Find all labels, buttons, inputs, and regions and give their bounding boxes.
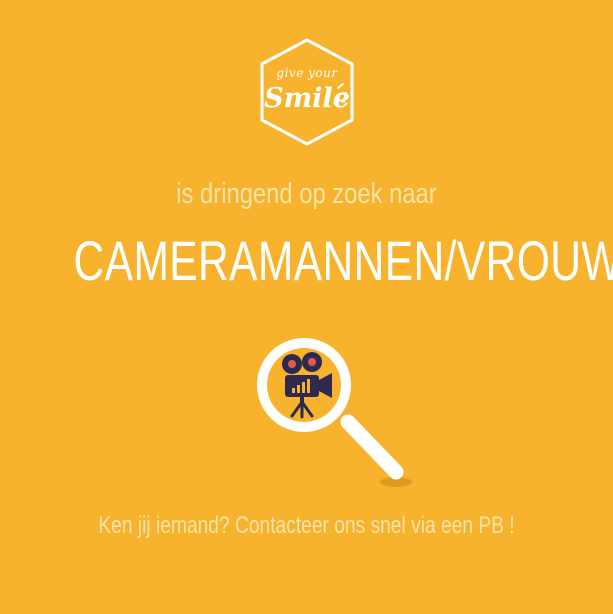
magnifying-glass-icon: [234, 330, 414, 500]
magnifier-handle: [340, 414, 404, 480]
headline: CAMERAMANNEN/VROUWEN: [73, 229, 613, 292]
logo-tagline: give your: [276, 66, 338, 80]
logo-wordmark: Smile: [264, 83, 350, 114]
poster: give your Smile is dringend op zoek naar…: [0, 0, 613, 614]
subtitle: is dringend op zoek naar: [176, 178, 437, 210]
brand-logo: give your Smile: [255, 36, 359, 148]
call-to-action: Ken jij iemand? Contacteer ons snel via …: [98, 512, 515, 539]
